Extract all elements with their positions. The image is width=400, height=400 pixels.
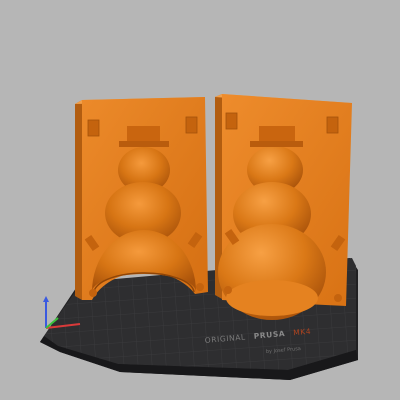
left-cavity-hat-brim [119,141,169,147]
left-key-top-left [87,119,100,137]
right-key-top-right [326,116,339,134]
scene-canvas[interactable]: ORIGINAL PRUSA MK4 by Josef Prusa [0,0,400,400]
snowman-mold-half-right[interactable] [215,94,352,320]
right-pin-bottom-left [224,286,232,294]
right-pin-bottom-right [334,294,342,302]
right-key-top-left [225,112,238,130]
left-cavity-hat [127,126,160,143]
right-cavity-hat [259,126,295,143]
snowman-mold-half-left[interactable] [75,97,208,300]
left-pin-bottom-left [89,289,97,297]
left-key-top-right [185,116,198,134]
right-cavity-floor [226,280,318,316]
3d-viewport[interactable]: ORIGINAL PRUSA MK4 by Josef Prusa [0,0,400,400]
right-cavity-hat-brim [250,141,303,147]
left-pin-bottom-right [196,283,204,291]
